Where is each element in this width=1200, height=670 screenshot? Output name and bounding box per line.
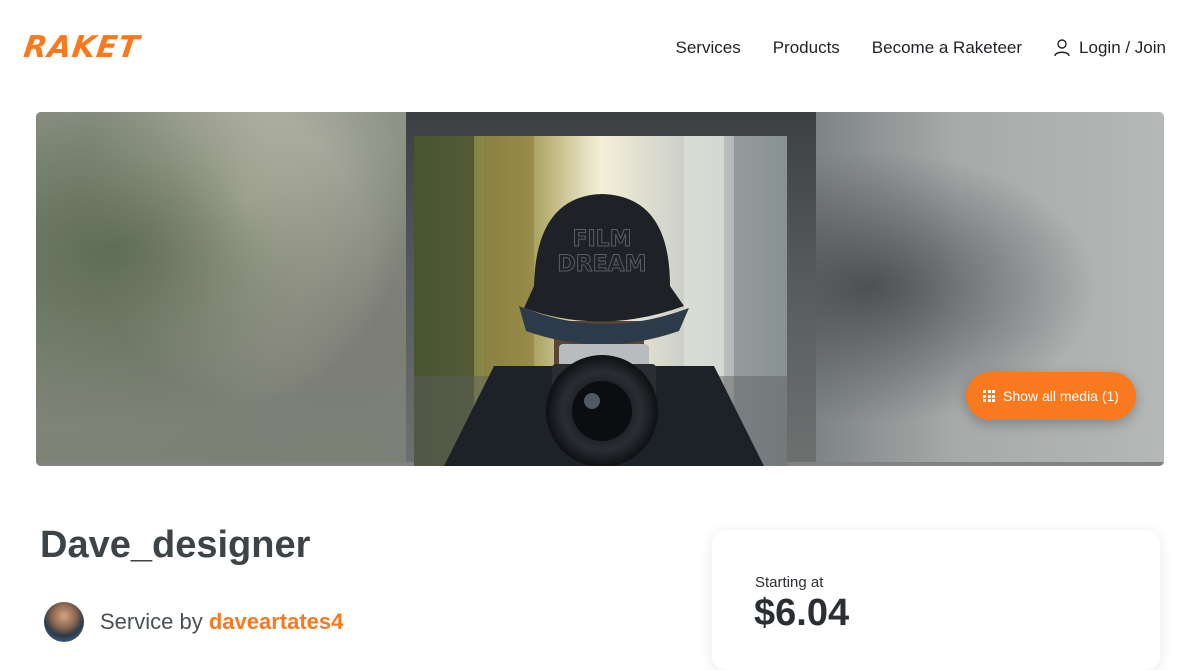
seller-username-link[interactable]: daveartates4 — [209, 609, 344, 634]
hero-media-banner[interactable]: FILM DREAM Show all media (1) — [36, 112, 1164, 466]
hero-backdrop-left — [36, 112, 416, 462]
price-value: $6.04 — [754, 592, 850, 634]
service-byline: Service by daveartates4 — [44, 602, 343, 642]
byline-prefix: Service by — [100, 609, 203, 634]
svg-text:FILM: FILM — [572, 227, 631, 252]
svg-text:DREAM: DREAM — [557, 252, 646, 277]
nav-become-raketeer[interactable]: Become a Raketeer — [872, 38, 1022, 58]
grid-icon — [983, 390, 996, 402]
service-title: Dave_designer — [40, 524, 311, 566]
user-icon — [1054, 39, 1070, 57]
nav-services[interactable]: Services — [676, 38, 741, 58]
show-all-media-label: Show all media (1) — [1003, 388, 1119, 404]
price-card: Starting at $6.04 — [712, 530, 1160, 670]
price-label: Starting at — [755, 574, 824, 591]
seller-avatar[interactable] — [44, 602, 84, 642]
site-header: RAKET Services Products Become a Raketee… — [0, 0, 1200, 100]
login-join-link[interactable]: Login / Join — [1054, 38, 1166, 58]
show-all-media-button[interactable]: Show all media (1) — [966, 372, 1136, 420]
raket-logo[interactable]: RAKET — [22, 30, 142, 65]
login-join-label: Login / Join — [1079, 38, 1166, 57]
nav-products[interactable]: Products — [773, 38, 840, 58]
photographer-photo[interactable]: FILM DREAM — [414, 136, 787, 466]
main-nav: Services Products Become a Raketeer Logi… — [676, 38, 1166, 58]
